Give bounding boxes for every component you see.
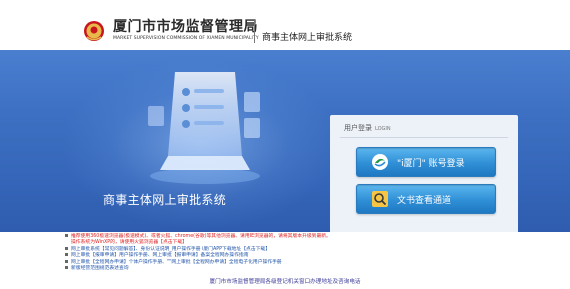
ixiamen-login-label: "i厦门" 账号登录 <box>397 159 465 169</box>
login-separator <box>340 137 508 138</box>
login-title-en: LOGIN <box>375 126 391 132</box>
login-title: 用户登录 LOGIN <box>344 123 391 133</box>
document-illustration-icon <box>148 72 260 184</box>
header-divider <box>254 19 255 43</box>
notice-text: 网上审批【报审申请】用户操作手册、网上审批【报审申请】备案全程网办操作指南 <box>71 253 249 259</box>
notice-text: 推荐使用360极速浏览器(极速模式)、或者火狐、chrome(谷歌)等其他浏览器… <box>71 234 331 239</box>
bullet-icon <box>65 259 68 263</box>
login-panel: 用户登录 LOGIN "i厦门" 账号登录 文书查看通道 <box>330 115 518 232</box>
document-view-label: 文书查看通道 <box>397 196 452 206</box>
iXiamen-logo-icon <box>372 154 388 170</box>
page-header: 厦门市市场监督管理局 MARKET SUPERVISION COMMISSION… <box>0 0 570 50</box>
org-name-cn: 厦门市市场监督管理局 <box>113 19 258 35</box>
notice-text: 网上审批【全程网办申请】个体户操作手册、""网上审批【全程网办申请】全程电子化用… <box>71 259 282 265</box>
ixiamen-login-button[interactable]: "i厦门" 账号登录 <box>356 147 496 177</box>
notice-item[interactable]: 新版经营范围规范表述查询 <box>65 266 525 272</box>
org-name-en: MARKET SUPERVISION COMMISSION OF XIAMEN … <box>113 36 259 41</box>
banner-title: 商事主体网上审批系统 <box>103 193 227 207</box>
bullet-icon <box>65 266 68 270</box>
search-document-icon <box>372 191 388 207</box>
system-name: 商事主体网上审批系统 <box>262 33 353 43</box>
bullet-icon <box>65 253 68 257</box>
hero-banner: 商事主体网上审批系统 用户登录 LOGIN "i厦门" 账号登录 文书查看通道 <box>0 50 570 232</box>
notice-text: 操作系统为WinXP的，请使用火狐浏览器【点击下载】 <box>71 240 187 246</box>
bullet-icon <box>65 246 68 250</box>
notice-text: 新版经营范围规范表述查询 <box>71 266 129 272</box>
market-supervision-emblem-icon <box>84 21 104 41</box>
footer-link[interactable]: 厦门市市场监督管理局各级登记机关窗口办理地址及咨询电话 <box>0 277 570 285</box>
bullet-icon <box>65 234 68 237</box>
document-view-button[interactable]: 文书查看通道 <box>356 184 496 214</box>
login-title-cn: 用户登录 <box>344 124 372 132</box>
notice-text: 网上审批系统【常见问题解答】、身份认证说明_用户操作手册 i厦门APP下载地址【… <box>71 246 271 252</box>
notice-list: 推荐使用360极速浏览器(极速模式)、或者火狐、chrome(谷歌)等其他浏览器… <box>65 234 525 272</box>
